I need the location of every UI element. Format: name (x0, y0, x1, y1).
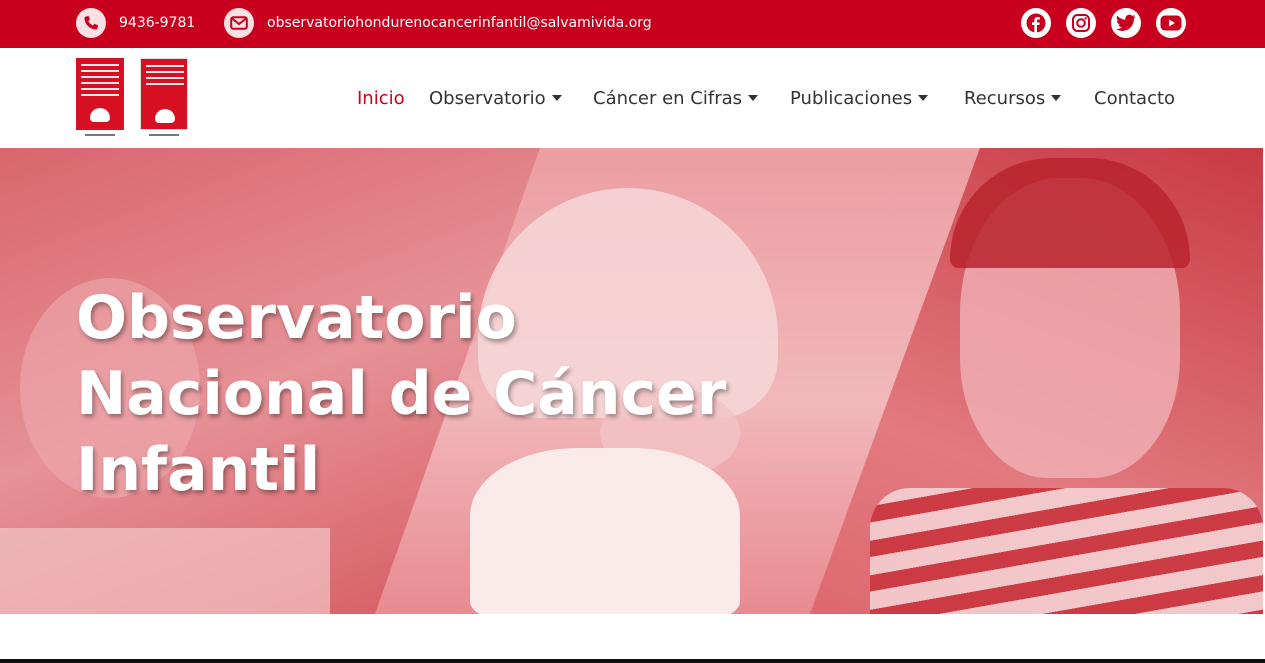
observatorio-logo-mark (140, 58, 188, 130)
hero-title: Observatorio Nacional de Cáncer Infantil (76, 280, 776, 508)
caret-down-icon (748, 95, 759, 101)
nav-recursos[interactable]: Recursos (964, 86, 1062, 110)
caret-down-icon (1051, 95, 1062, 101)
nav-publicaciones-label: Publicaciones (790, 87, 913, 109)
observatorio-logo[interactable] (140, 58, 188, 138)
page-content-start (0, 614, 1265, 663)
twitter-icon[interactable] (1111, 8, 1141, 38)
striped-shirt (870, 488, 1263, 614)
fundacion-logo-mark (76, 58, 124, 130)
main-navbar: Inicio Observatorio Cáncer en Cifras Pub… (0, 48, 1265, 148)
window-bottom-edge (0, 659, 1265, 663)
nav-cancer-en-cifras[interactable]: Cáncer en Cifras (593, 86, 759, 110)
hero-title-line-3: Infantil (76, 435, 321, 505)
facebook-icon[interactable] (1021, 8, 1051, 38)
email-contact[interactable]: observatoriohondurenocancerinfantil@salv… (224, 8, 652, 38)
fundacion-logo[interactable] (76, 58, 124, 138)
caret-down-icon (551, 95, 562, 101)
email-address: observatoriohondurenocancerinfantil@salv… (267, 15, 652, 31)
hospital-gown (0, 528, 330, 614)
nav-observatorio[interactable]: Observatorio (429, 86, 562, 110)
hero-title-line-1: Observatorio (76, 283, 517, 353)
phone-contact[interactable]: 9436-9781 (76, 8, 195, 38)
top-contact-bar: 9436-9781 observatoriohondurenocancerinf… (0, 0, 1265, 48)
youtube-icon[interactable] (1156, 8, 1186, 38)
instagram-icon[interactable] (1066, 8, 1096, 38)
envelope-icon (224, 8, 254, 38)
nav-publicaciones[interactable]: Publicaciones (790, 86, 929, 110)
caret-down-icon (918, 95, 929, 101)
phone-number: 9436-9781 (119, 15, 196, 31)
nav-observatorio-label: Observatorio (429, 87, 546, 109)
phone-icon (76, 8, 106, 38)
nav-cancer-en-cifras-label: Cáncer en Cifras (593, 87, 743, 109)
hero-title-line-2: Nacional de Cáncer (76, 359, 727, 429)
hero-banner: Observatorio Nacional de Cáncer Infantil (0, 148, 1263, 614)
nav-contacto[interactable]: Contacto (1094, 86, 1175, 110)
nav-recursos-label: Recursos (964, 87, 1046, 109)
nav-inicio[interactable]: Inicio (357, 86, 405, 110)
